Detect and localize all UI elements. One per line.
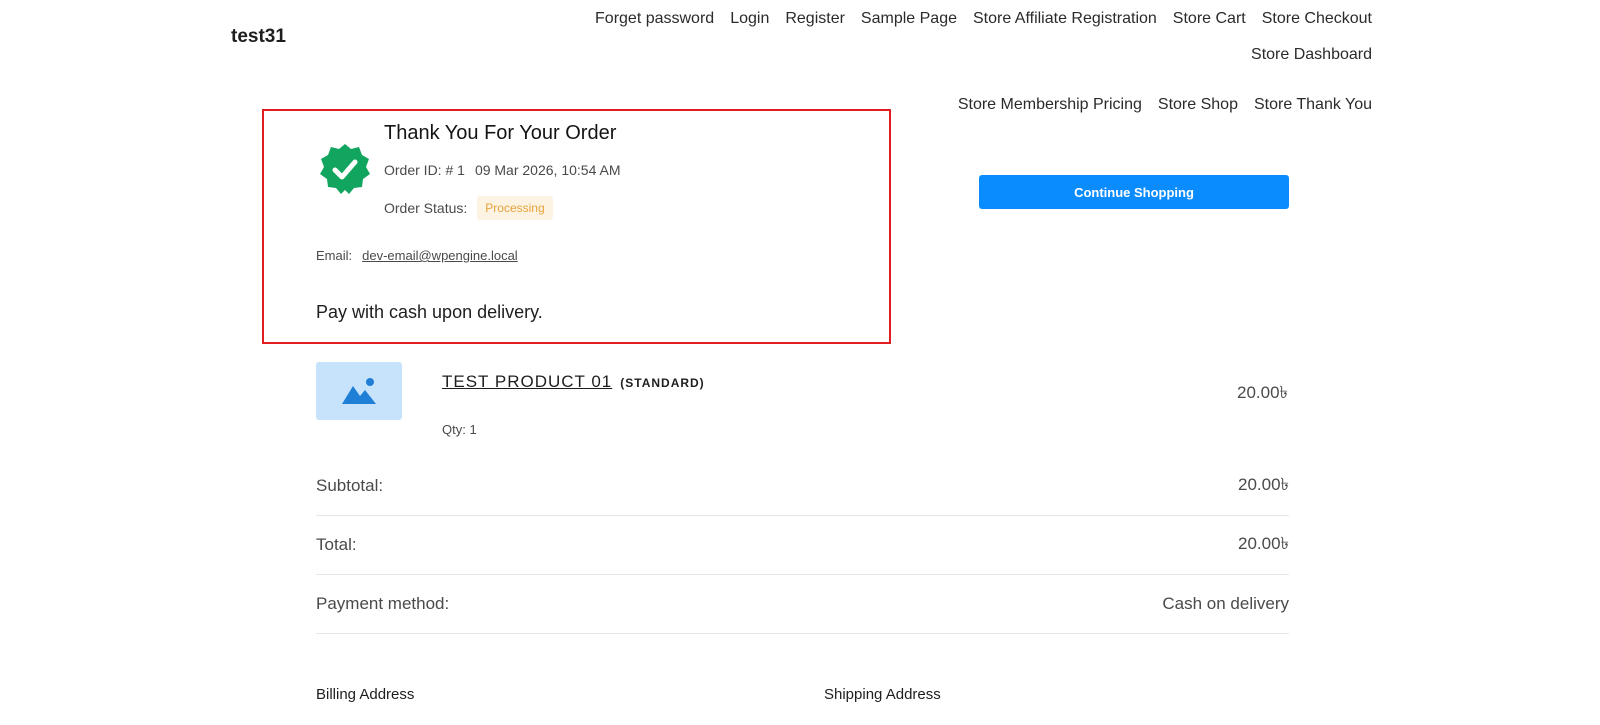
billing-address-heading: Billing Address [316,686,415,703]
status-badge: Processing [477,196,553,220]
product-title: TEST PRODUCT 01 (STANDARD) [442,372,705,392]
email-label: Email: [316,248,353,263]
main-nav: Forget password Login Register Sample Pa… [472,8,1372,116]
nav-forget-password[interactable]: Forget password [595,8,714,30]
nav-store-membership-pricing[interactable]: Store Membership Pricing [958,94,1142,116]
order-date: 09 Mar 2026, 10:54 AM [474,162,621,178]
summary-row-payment-method: Payment method: Cash on delivery [316,575,1289,634]
order-summary: Subtotal: 20.00৳ Total: 20.00৳ Payment m… [316,457,1289,634]
total-label: Total: [316,535,357,554]
nav-store-cart[interactable]: Store Cart [1173,8,1246,30]
image-placeholder-icon [342,378,376,404]
nav-login[interactable]: Login [730,8,769,30]
order-status-label: Order Status: [384,200,468,216]
product-price: 20.00৳ [1236,383,1288,402]
verified-badge-icon [318,142,372,196]
total-value: 20.00৳ [1237,534,1289,553]
order-id-value: # 1 [445,162,465,178]
nav-store-affiliate-registration[interactable]: Store Affiliate Registration [973,8,1157,30]
nav-store-thank-you[interactable]: Store Thank You [1254,94,1372,116]
continue-shopping-button[interactable]: Continue Shopping [979,175,1289,209]
summary-row-subtotal: Subtotal: 20.00৳ [316,457,1289,516]
site-title[interactable]: test31 [231,26,286,48]
subtotal-value: 20.00৳ [1237,475,1289,494]
payment-note: Pay with cash upon delivery. [316,302,543,322]
order-status-row: Order Status: Processing [384,196,553,220]
nav-sample-page[interactable]: Sample Page [861,8,957,30]
product-thumbnail[interactable] [316,362,402,420]
product-name-link[interactable]: TEST PRODUCT 01 [442,372,612,392]
shipping-address-heading: Shipping Address [824,686,941,703]
email-row: Email: dev-email@wpengine.local [316,248,518,263]
summary-row-total: Total: 20.00৳ [316,516,1289,575]
nav-register[interactable]: Register [785,8,845,30]
email-link[interactable]: dev-email@wpengine.local [362,248,518,263]
subtotal-label: Subtotal: [316,476,384,495]
nav-store-dashboard[interactable]: Store Dashboard [1251,44,1372,66]
product-qty: Qty: 1 [442,422,477,437]
order-id-label: Order ID: # 1 [384,162,465,178]
payment-method-value: Cash on delivery [1162,594,1289,613]
nav-store-shop[interactable]: Store Shop [1158,94,1238,116]
product-variant: (STANDARD) [620,376,705,390]
nav-store-checkout[interactable]: Store Checkout [1262,8,1372,30]
order-meta: Order ID: # 1 09 Mar 2026, 10:54 AM [384,162,620,178]
order-title: Thank You For Your Order [384,122,617,144]
payment-method-label: Payment method: [316,594,450,613]
